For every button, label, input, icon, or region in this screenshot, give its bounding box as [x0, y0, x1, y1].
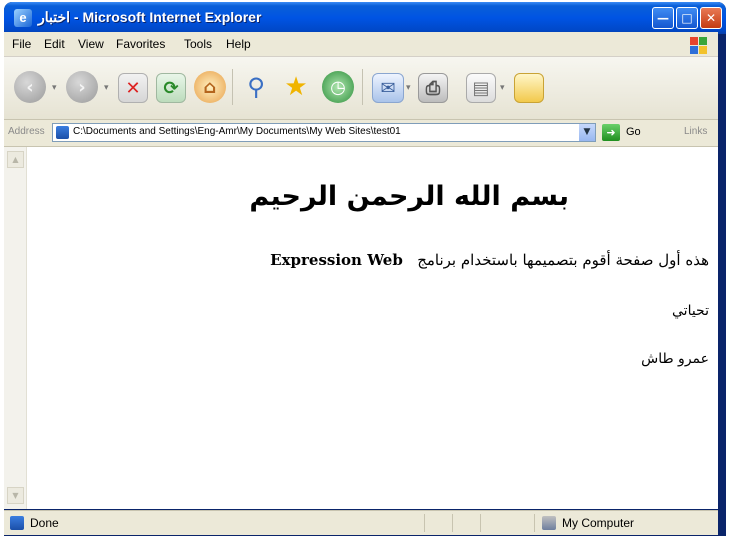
status-divider	[452, 514, 453, 532]
page-heading: بسم الله الرحمن الرحيم	[249, 181, 569, 212]
intro-paragraph: هذه أول صفحة أقوم بتصميمها باستخدام برنا…	[270, 251, 709, 269]
menu-bar: File Edit View Favorites Tools Help	[4, 32, 718, 57]
scroll-up-icon[interactable]: ▲	[7, 151, 24, 168]
close-button[interactable]: ✕	[700, 7, 722, 29]
search-icon[interactable]: ⚲	[240, 71, 272, 103]
edit-dropdown-icon[interactable]: ▾	[500, 83, 505, 93]
mail-icon[interactable]: ✉	[372, 73, 404, 103]
security-zone: My Computer	[562, 516, 635, 530]
history-icon[interactable]: ◷	[322, 71, 354, 103]
scroll-down-icon[interactable]: ▼	[7, 487, 24, 504]
address-dropdown-icon[interactable]: ▼	[579, 124, 595, 141]
status-bar: Done My Computer	[4, 510, 718, 535]
minimize-button[interactable]: —	[652, 7, 674, 29]
discuss-icon[interactable]	[514, 73, 544, 103]
menu-file[interactable]: File	[12, 37, 31, 51]
mail-dropdown-icon[interactable]: ▾	[406, 83, 411, 93]
address-value[interactable]: C:\Documents and Settings\Eng-Amr\My Doc…	[73, 126, 401, 137]
status-divider	[534, 514, 535, 532]
menu-help[interactable]: Help	[226, 37, 251, 51]
computer-icon	[542, 516, 556, 530]
refresh-icon[interactable]: ⟳	[156, 73, 186, 103]
toolbar-separator	[362, 69, 363, 105]
go-button[interactable]: Go	[626, 126, 641, 138]
status-text: Done	[30, 516, 59, 530]
forward-icon[interactable]: ›	[66, 71, 98, 103]
address-label: Address	[8, 126, 45, 137]
greeting-text: تحياتي	[672, 303, 709, 319]
standard-toolbar: ‹ ▾ › ▾ ✕ ⟳ ⌂ ⚲ ★ ◷ ✉ ▾ ⎙ ▤ ▾	[4, 57, 718, 120]
menu-favorites[interactable]: Favorites	[116, 37, 165, 51]
toolbar-separator	[232, 69, 233, 105]
intro-arabic-text: هذه أول صفحة أقوم بتصميمها باستخدام برنا…	[417, 251, 709, 269]
menu-tools[interactable]: Tools	[184, 37, 212, 51]
page-icon	[56, 126, 69, 139]
status-divider	[424, 514, 425, 532]
favorites-icon[interactable]: ★	[280, 71, 312, 103]
edit-icon[interactable]: ▤	[466, 73, 496, 103]
ie-logo-icon: e	[14, 9, 32, 27]
windows-logo-icon	[682, 34, 712, 54]
print-icon[interactable]: ⎙	[418, 73, 448, 103]
vertical-scrollbar[interactable]: ▲ ▼	[4, 147, 27, 509]
page-viewport: ▲ ▼ بسم الله الرحمن الرحيم هذه أول صفحة …	[4, 147, 718, 509]
status-divider	[480, 514, 481, 532]
maximize-button[interactable]: □	[676, 7, 698, 29]
address-input[interactable]: C:\Documents and Settings\Eng-Amr\My Doc…	[52, 123, 596, 142]
menu-edit[interactable]: Edit	[44, 37, 65, 51]
go-arrow-icon[interactable]: ➜	[602, 124, 620, 141]
back-dropdown-icon[interactable]: ▾	[52, 83, 57, 93]
address-bar: Address C:\Documents and Settings\Eng-Am…	[4, 120, 718, 147]
window-title: اختبار - Microsoft Internet Explorer	[38, 9, 262, 25]
page-done-icon	[10, 516, 24, 530]
forward-dropdown-icon[interactable]: ▾	[104, 83, 109, 93]
author-name: عمرو طاش	[641, 351, 709, 367]
back-icon[interactable]: ‹	[14, 71, 46, 103]
intro-latin-text: Expression Web	[270, 251, 403, 269]
menu-view[interactable]: View	[78, 37, 104, 51]
title-bar[interactable]: e اختبار - Microsoft Internet Explorer —…	[4, 2, 726, 34]
links-button[interactable]: Links	[684, 126, 707, 137]
home-icon[interactable]: ⌂	[194, 71, 226, 103]
stop-icon[interactable]: ✕	[118, 73, 148, 103]
